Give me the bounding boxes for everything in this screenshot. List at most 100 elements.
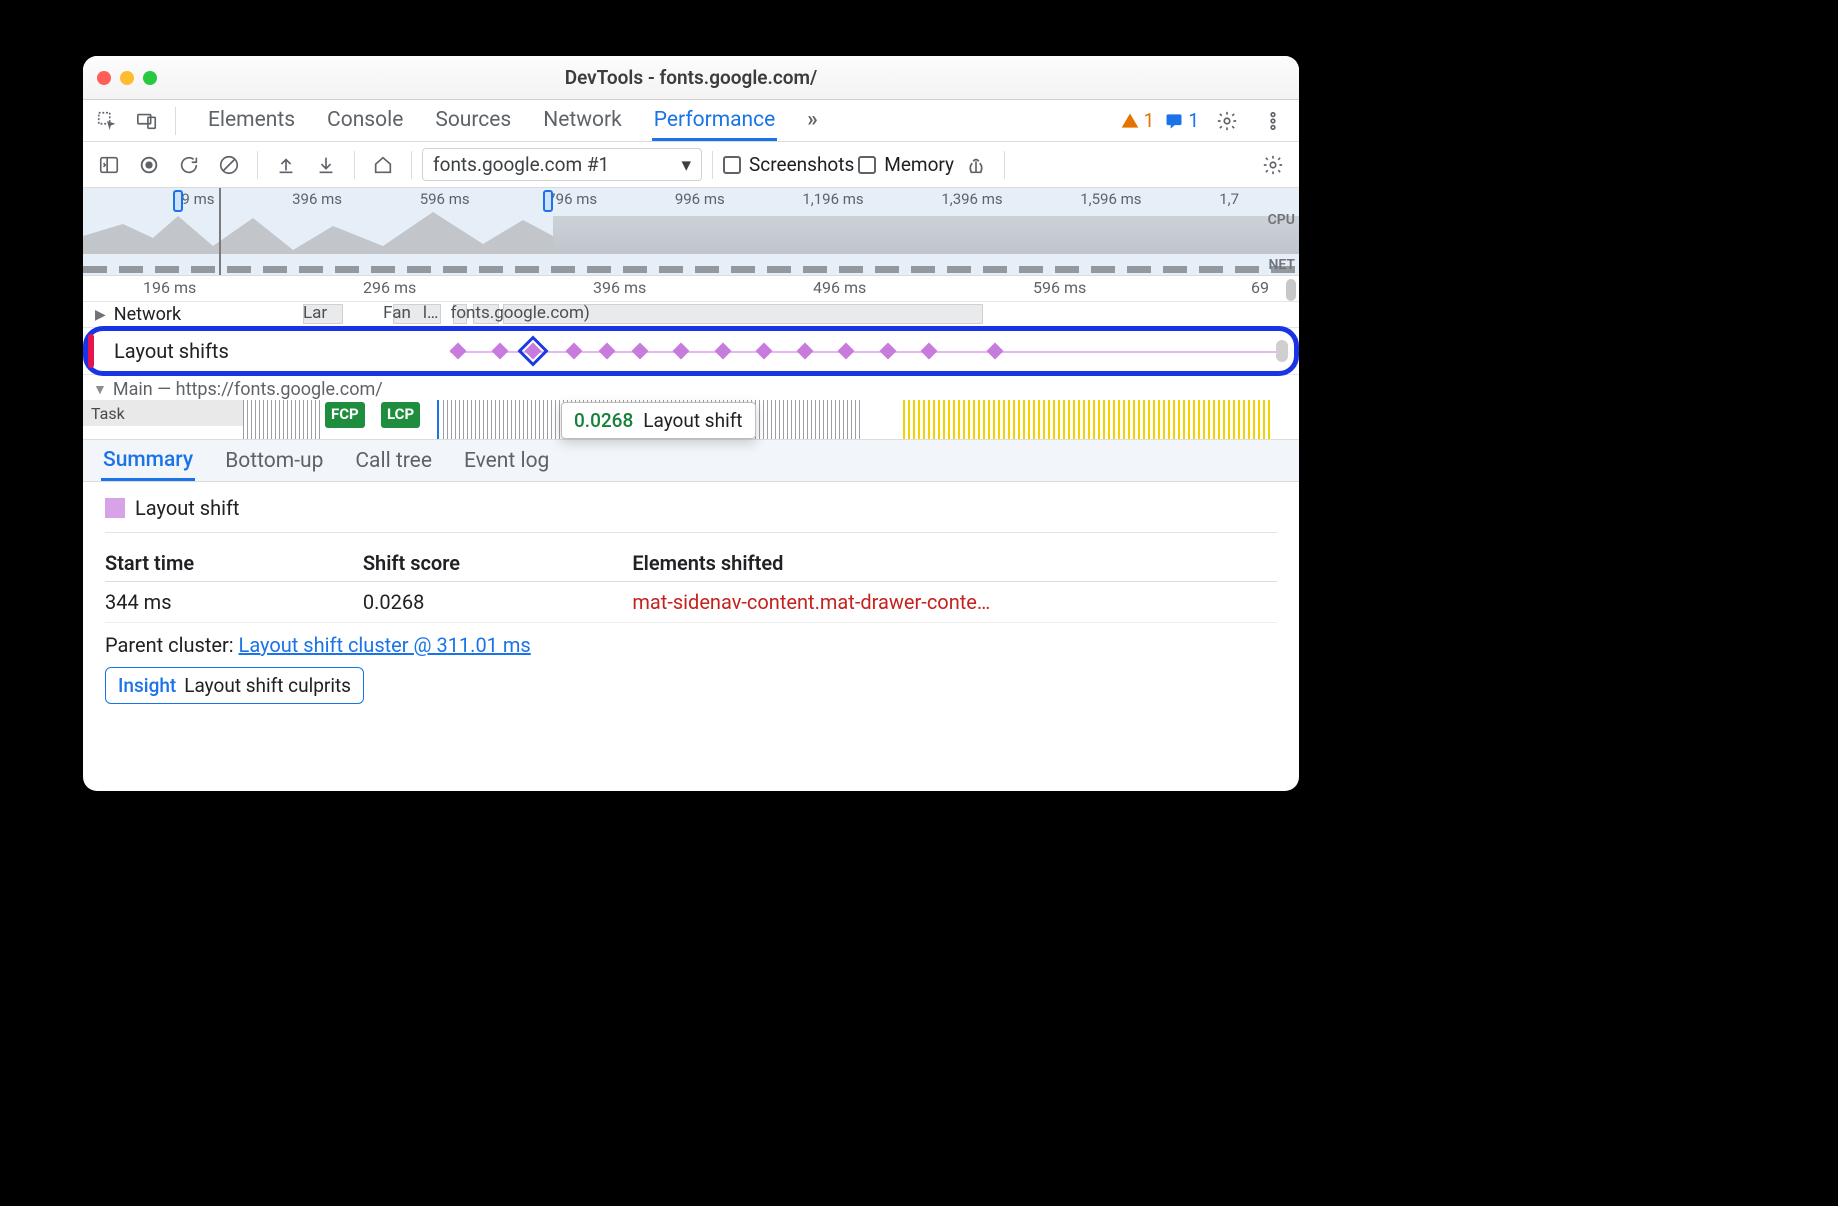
overview-cursor: [219, 188, 221, 275]
window-controls: [97, 71, 157, 85]
upload-icon[interactable]: [268, 147, 304, 183]
tab-summary[interactable]: Summary: [101, 442, 195, 481]
home-icon[interactable]: [365, 147, 401, 183]
tooltip-value: 0.0268: [574, 409, 633, 432]
shifted-element-link[interactable]: mat-sidenav-content.mat-drawer-conte…: [632, 590, 990, 614]
cell-shift-score: 0.0268: [363, 582, 633, 623]
warnings-count: 1: [1144, 109, 1155, 132]
table-row: 344 ms 0.0268 mat-sidenav-content.mat-dr…: [105, 582, 1277, 623]
devtools-window: DevTools - fonts.google.com/ Elements Co…: [83, 56, 1299, 791]
reload-record-icon[interactable]: [171, 147, 207, 183]
settings-icon[interactable]: [1209, 103, 1245, 139]
messages-count: 1: [1188, 109, 1199, 132]
network-track[interactable]: ▶ Network Lar Fan l… fonts.google.com): [83, 302, 1299, 328]
col-start-time: Start time: [105, 545, 363, 582]
fcp-chip[interactable]: FCP: [325, 402, 365, 428]
screenshots-label: Screenshots: [749, 153, 854, 176]
collapse-icon[interactable]: ▼: [93, 381, 107, 398]
clear-icon[interactable]: [211, 147, 247, 183]
main-tabbar: Elements Console Sources Network Perform…: [83, 100, 1299, 142]
separator: [257, 151, 258, 179]
layout-shifts-track-marker: [88, 334, 94, 368]
timeline-overview[interactable]: 19 ms396 ms 596 ms796 ms 996 ms1,196 ms …: [83, 188, 1299, 276]
overview-right-handle[interactable]: [543, 190, 553, 212]
tab-performance[interactable]: Performance: [652, 102, 777, 141]
recording-dropdown-label: fonts.google.com #1: [433, 153, 609, 176]
layout-shifts-highlight: Layout shifts: [83, 326, 1299, 376]
download-icon[interactable]: [308, 147, 344, 183]
record-icon[interactable]: [131, 147, 167, 183]
screenshots-checkbox[interactable]: Screenshots: [723, 153, 854, 176]
device-toolbar-icon[interactable]: [129, 103, 165, 139]
separator: [1004, 151, 1005, 179]
layout-shifts-dots: [450, 331, 1276, 371]
summary-panel: Layout shift Start time Shift score Elem…: [83, 482, 1299, 722]
tooltip-label: Layout shift: [643, 409, 742, 432]
more-menu-icon[interactable]: [1255, 103, 1291, 139]
tab-network[interactable]: Network: [541, 102, 624, 140]
separator: [354, 151, 355, 179]
perf-settings-icon[interactable]: [1255, 147, 1291, 183]
tab-bottom-up[interactable]: Bottom-up: [223, 443, 325, 479]
layout-shift-tooltip: 0.0268 Layout shift: [561, 402, 756, 439]
tab-elements[interactable]: Elements: [206, 102, 297, 140]
checkbox-icon: [723, 156, 741, 174]
ruler-scroll-thumb[interactable]: [1286, 279, 1296, 301]
layout-shift-swatch: [105, 498, 125, 518]
cpu-band: [553, 216, 1299, 254]
task-block[interactable]: Task: [83, 400, 243, 426]
titlebar: DevTools - fonts.google.com/: [83, 56, 1299, 100]
window-title: DevTools - fonts.google.com/: [157, 66, 1225, 89]
separator: [411, 151, 412, 179]
perf-toolbar: fonts.google.com #1 ▾ Screenshots Memory: [83, 142, 1299, 188]
insight-badge: Insight: [118, 674, 176, 697]
parent-cluster-link[interactable]: Layout shift cluster @ 311.01 ms: [239, 633, 531, 657]
chevron-down-icon: ▾: [681, 153, 691, 176]
overview-net-label: NET: [1268, 257, 1295, 273]
toggle-side-panel-icon[interactable]: [91, 147, 127, 183]
messages-badge[interactable]: 1: [1164, 109, 1199, 132]
summary-title: Layout shift: [135, 496, 239, 520]
expand-icon[interactable]: ▶: [95, 307, 106, 323]
overview-left-handle[interactable]: [173, 190, 183, 212]
garbage-collect-icon[interactable]: [958, 147, 994, 183]
separator: [175, 107, 176, 135]
tab-more[interactable]: »: [805, 102, 820, 140]
memory-label: Memory: [884, 153, 954, 176]
lcp-chip[interactable]: LCP: [381, 402, 420, 428]
playhead: [437, 400, 439, 439]
top-tabs: Elements Console Sources Network Perform…: [206, 102, 1116, 140]
cpu-graph: [83, 206, 553, 254]
recording-dropdown[interactable]: fonts.google.com #1 ▾: [422, 148, 702, 181]
insight-button[interactable]: Insight Layout shift culprits: [105, 667, 364, 704]
network-track-label: Network: [114, 304, 181, 325]
network-items: Lar Fan l… fonts.google.com): [303, 303, 590, 323]
minimize-window[interactable]: [120, 71, 134, 85]
separator: [712, 151, 713, 179]
layout-shifts-label: Layout shifts: [88, 339, 229, 363]
tab-call-tree[interactable]: Call tree: [353, 443, 434, 479]
cell-start-time: 344 ms: [105, 582, 363, 623]
overview-cpu-label: CPU: [1268, 212, 1295, 228]
maximize-window[interactable]: [143, 71, 157, 85]
detail-ruler[interactable]: 196 ms 296 ms 396 ms 496 ms 596 ms 69: [83, 276, 1299, 302]
details-tabs: Summary Bottom-up Call tree Event log: [83, 440, 1299, 482]
parent-cluster-row: Parent cluster: Layout shift cluster @ 3…: [105, 633, 1277, 657]
net-band: [83, 266, 1299, 273]
layout-shift-selected[interactable]: [524, 343, 541, 360]
tab-console[interactable]: Console: [325, 102, 405, 140]
col-shift-score: Shift score: [363, 545, 633, 582]
close-window[interactable]: [97, 71, 111, 85]
col-elements: Elements shifted: [632, 545, 1277, 582]
memory-checkbox[interactable]: Memory: [858, 153, 954, 176]
insight-text: Layout shift culprits: [184, 674, 351, 697]
warnings-badge[interactable]: 1: [1120, 109, 1155, 132]
tab-sources[interactable]: Sources: [433, 102, 513, 140]
summary-table: Start time Shift score Elements shifted …: [105, 545, 1277, 623]
main-track-label: Main — https://fonts.google.com/: [113, 379, 383, 400]
tab-event-log[interactable]: Event log: [462, 443, 551, 479]
layout-shifts-track[interactable]: Layout shifts: [88, 331, 1294, 371]
main-track-header[interactable]: ▼ Main — https://fonts.google.com/: [83, 374, 1299, 400]
inspect-icon[interactable]: [89, 103, 125, 139]
track-scroll-thumb[interactable]: [1276, 340, 1288, 362]
